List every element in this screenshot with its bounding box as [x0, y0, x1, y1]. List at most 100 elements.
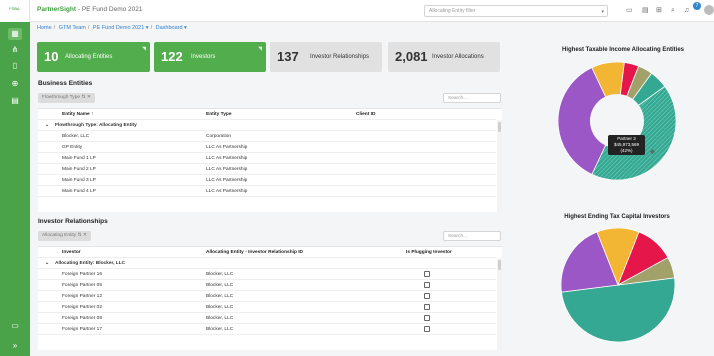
entity-type: Corporation — [206, 134, 232, 139]
allocating-entity: Blocker, LLC — [206, 272, 234, 277]
search-input[interactable]: Search... — [443, 231, 501, 241]
bell-icon[interactable]: ♫ — [684, 6, 689, 15]
allocating-entities-tile[interactable]: 10 Allocating Entities ◥ — [37, 42, 150, 72]
table-row[interactable]: Foreign Partner 17 Blocker, LLC — [38, 324, 496, 335]
plugging-checkbox[interactable] — [424, 326, 430, 332]
cursor-icon: ✥ — [650, 150, 656, 156]
tile-label: Investor Allocations — [432, 54, 484, 60]
investor-name: Foreign Partner 17 — [62, 327, 102, 332]
chart-tooltip: Partner 3 $45,973,569 (42%) — [608, 135, 645, 155]
plugging-checkbox[interactable] — [424, 271, 430, 277]
table-header: Investor Allocating Entity - Investor Re… — [38, 247, 496, 258]
notification-badge[interactable]: 7 — [693, 2, 701, 10]
table-row[interactable]: GP Entity LLC As Partnership — [38, 142, 496, 153]
file-plus-icon[interactable]: ⊕ — [8, 78, 22, 90]
group-row[interactable]: ⌄ Allocating Entity: Blocker, LLC — [38, 258, 496, 269]
document-icon[interactable]: ▭ — [626, 6, 633, 15]
column-investor[interactable]: Investor — [62, 250, 81, 255]
investor-relationships-panel: Investor Relationships Allocating Entity… — [35, 218, 505, 350]
tax-capital-pie-chart — [561, 228, 675, 342]
column-plugging-investor[interactable]: Is Plugging Investor — [406, 250, 452, 255]
plugging-checkbox[interactable] — [424, 304, 430, 310]
file-icon[interactable]: ▯ — [8, 60, 22, 72]
entity-type: LLC As Partnership — [206, 145, 248, 150]
breadcrumb-dashboard[interactable]: Dashboard ▾ — [156, 25, 187, 31]
table-row[interactable]: Foreign Partner 12 Blocker, LLC — [38, 291, 496, 302]
chevron-down-icon: ▾ — [601, 9, 604, 15]
grid-icon[interactable]: ▦ — [8, 28, 22, 40]
investor-name: Foreign Partner 12 — [62, 294, 102, 299]
logo-text: FSBA — [9, 6, 20, 11]
breadcrumb-team[interactable]: GTM Team — [59, 25, 86, 31]
investors-tile[interactable]: 122 Investors ◥ — [154, 42, 266, 72]
table-row[interactable]: Main Fund 3 LP LLC As Partnership — [38, 175, 496, 186]
table-row[interactable]: Main Fund 1 LP LLC As Partnership — [38, 153, 496, 164]
table-icon[interactable]: ⊞ — [656, 6, 662, 15]
stack-icon[interactable]: ▤ — [642, 6, 649, 15]
app-window: FSBA PartnerSight - PE Fund Demo 2021 Al… — [0, 0, 714, 356]
entity-name: Main Fund 3 LP — [62, 178, 96, 183]
table-header: Entity Name ↑ Entity Type Client ID — [38, 109, 496, 120]
panel-title: Business Entities — [38, 80, 93, 87]
hierarchy-icon[interactable]: ⋔ — [8, 44, 22, 56]
entity-name: Blocker, LLC — [62, 134, 90, 139]
investor-name: Foreign Partner 16 — [62, 272, 102, 277]
allocating-entity: Blocker, LLC — [206, 305, 234, 310]
app-title: PartnerSight - PE Fund Demo 2021 — [37, 6, 143, 13]
chevron-down-icon[interactable]: ⌄ — [45, 261, 49, 266]
column-client-id[interactable]: Client ID — [356, 112, 375, 117]
entities-grid: Entity Name ↑ Entity Type Client ID ⌄ Fl… — [38, 108, 502, 212]
entity-type: LLC As Partnership — [206, 178, 248, 183]
panel-title: Investor Relationships — [38, 218, 108, 225]
tile-label: Investors — [191, 54, 216, 60]
group-row[interactable]: ⌄ Flowthrough Type: Allocating Entity — [38, 120, 496, 131]
table-row[interactable]: Foreign Partner 16 Blocker, LLC — [38, 269, 496, 280]
investor-relationships-tile[interactable]: 137 Investor Relationships — [270, 42, 382, 72]
tile-number: 2,081 — [395, 49, 428, 64]
table-row[interactable]: Blocker, LLC Corporation — [38, 131, 496, 142]
tooltip-percent: (42%) — [620, 148, 633, 153]
scrollbar[interactable] — [497, 258, 502, 350]
file-list-icon[interactable]: ▤ — [8, 95, 22, 107]
column-entity-name[interactable]: Entity Name ↑ — [62, 112, 93, 117]
table-row[interactable]: Main Fund 4 LP LLC As Partnership — [38, 186, 496, 197]
entity-filter-select[interactable]: Allocating Entity filter ▾ — [424, 5, 608, 17]
plugging-checkbox[interactable] — [424, 293, 430, 299]
group-label: Flowthrough Type: Allocating Entity — [55, 123, 137, 128]
breadcrumb-fund[interactable]: PE Fund Demo 2021 ▾ — [93, 25, 149, 31]
breadcrumb-home[interactable]: Home — [37, 25, 52, 31]
investor-name: Foreign Partner 08 — [62, 316, 102, 321]
column-entity-type[interactable]: Entity Type — [206, 112, 232, 117]
entity-type: LLC As Partnership — [206, 167, 248, 172]
plugging-checkbox[interactable] — [424, 315, 430, 321]
brand-name: PartnerSight — [37, 6, 77, 13]
search-icon[interactable]: ⌕ — [671, 6, 675, 15]
table-row[interactable]: Foreign Partner 05 Blocker, LLC — [38, 280, 496, 291]
table-row[interactable]: Foreign Partner 02 Blocker, LLC — [38, 302, 496, 313]
plugging-checkbox[interactable] — [424, 282, 430, 288]
search-input[interactable]: Search... — [443, 93, 501, 103]
allocating-entity: Blocker, LLC — [206, 283, 234, 288]
investor-name: Foreign Partner 05 — [62, 283, 102, 288]
entity-filter-placeholder: Allocating Entity filter — [429, 8, 476, 14]
expand-icon[interactable]: » — [8, 340, 22, 352]
scrollbar-thumb[interactable] — [498, 122, 501, 132]
table-row[interactable]: Main Fund 2 LP LLC As Partnership — [38, 164, 496, 175]
scrollbar-thumb[interactable] — [498, 260, 501, 270]
allocating-entity: Blocker, LLC — [206, 294, 234, 299]
scrollbar[interactable] — [497, 120, 502, 212]
relationships-grid: Investor Allocating Entity - Investor Re… — [38, 246, 502, 350]
monitor-icon[interactable]: ▭ — [8, 320, 22, 332]
company-logo[interactable]: FSBA — [0, 0, 30, 22]
tile-number: 122 — [161, 49, 183, 64]
group-by-chip[interactable]: Flowthrough Type ⇅ ✕ — [38, 93, 95, 103]
table-row[interactable]: Foreign Partner 08 Blocker, LLC — [38, 313, 496, 324]
search-placeholder: Search... — [448, 234, 468, 239]
investor-allocations-tile[interactable]: 2,081 Investor Allocations — [388, 42, 500, 72]
chevron-down-icon[interactable]: ⌄ — [45, 123, 49, 128]
group-by-chip[interactable]: Allocating Entity ⇅ ✕ — [38, 231, 91, 241]
user-avatar[interactable] — [704, 5, 714, 15]
chart-title-tax-capital: Highest Ending Tax Capital Investors — [564, 214, 670, 220]
column-relationship-id[interactable]: Allocating Entity - Investor Relationshi… — [206, 250, 303, 255]
top-bar: FSBA PartnerSight - PE Fund Demo 2021 Al… — [0, 0, 714, 22]
